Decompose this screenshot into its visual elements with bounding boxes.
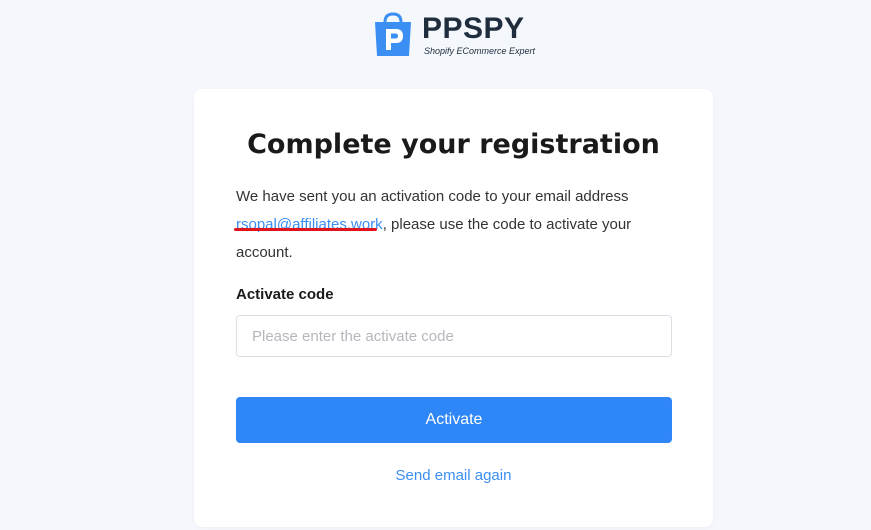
redaction-mark xyxy=(234,228,377,231)
description-text: We have sent you an activation code to y… xyxy=(236,188,629,205)
activation-description: We have sent you an activation code to y… xyxy=(234,183,656,267)
ppspy-logo: PPSPY Shopify ECommerce Expert xyxy=(371,12,535,58)
activate-code-input[interactable] xyxy=(236,315,672,357)
brand-name: PPSPY xyxy=(422,12,525,45)
registration-card: Complete your registration We have sent … xyxy=(194,89,713,527)
activate-code-label: Activate code xyxy=(236,286,334,303)
activate-button[interactable]: Activate xyxy=(236,397,672,443)
send-email-again-link[interactable]: Send email again xyxy=(194,467,713,484)
shopping-bag-p-icon xyxy=(375,12,411,56)
brand-tagline: Shopify ECommerce Expert xyxy=(424,46,536,56)
page-title: Complete your registration xyxy=(247,129,660,160)
email-address: rsopal@affiliates.work xyxy=(234,216,383,233)
